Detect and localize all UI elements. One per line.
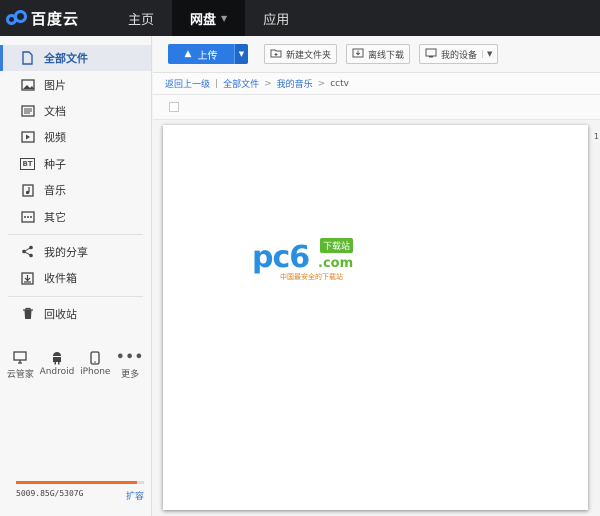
download-icon: [352, 48, 364, 61]
nav-netdisk[interactable]: 网盘 ▼: [172, 0, 246, 36]
upload-dropdown-button[interactable]: ▼: [234, 44, 248, 64]
sidebar-item-trash[interactable]: 回收站: [0, 301, 151, 327]
upload-button-group: ▲ 上传 ▼: [168, 44, 248, 64]
quota-progress-fill: [16, 481, 137, 484]
sidebar-item-label: 音乐: [44, 184, 66, 198]
android-icon: [51, 349, 63, 367]
nav-netdisk-label: 网盘: [190, 12, 217, 28]
doc-icon: [20, 104, 35, 118]
bt-icon: BT: [20, 157, 35, 170]
nav-apps-label: 应用: [263, 12, 290, 28]
my-devices-button[interactable]: 我的设备 ▼: [419, 44, 499, 64]
upload-label: 上传: [197, 50, 218, 62]
pc6-watermark: pc6 下载站 .com 中国最安全的下载站: [252, 238, 372, 284]
quota-text: 5009.85G/5307G: [16, 489, 84, 498]
sidebar-item-label: 文档: [44, 104, 66, 118]
device-label: 云管家: [6, 369, 34, 380]
watermark-tag: 下载站: [320, 238, 354, 253]
storage-quota: 5009.85G/5307G 扩容: [16, 481, 144, 502]
offline-download-button[interactable]: 离线下载: [346, 44, 411, 64]
sidebar-item-docs[interactable]: 文档: [0, 98, 151, 124]
sidebar-item-label: 我的分享: [44, 245, 88, 259]
sidebar-item-inbox[interactable]: 收件箱: [0, 265, 151, 291]
inbox-icon: [20, 271, 35, 285]
image-icon: [20, 78, 35, 92]
sidebar-item-images[interactable]: 图片: [0, 71, 151, 97]
device-desktop[interactable]: 云管家: [7, 349, 34, 380]
breadcrumb-separator: |: [215, 78, 219, 89]
sidebar-item-label: 种子: [44, 157, 66, 171]
sidebar-item-other[interactable]: 其它: [0, 203, 151, 229]
sidebar-item-label: 视频: [44, 131, 66, 145]
sidebar-item-all-files[interactable]: 全部文件: [0, 45, 151, 72]
top-bar: 百度云 主页 网盘 ▼ 应用: [0, 0, 600, 36]
logo[interactable]: 百度云: [0, 0, 110, 36]
breadcrumb: 返回上一级 | 全部文件 > 我的音乐 > cctv: [153, 72, 600, 94]
offline-download-label: 离线下载: [368, 50, 405, 61]
divider: [8, 233, 143, 235]
sidebar-item-label: 图片: [44, 78, 66, 92]
device-more[interactable]: ••• 更多: [116, 349, 144, 380]
more-icon: [20, 210, 35, 224]
device-label: Android: [39, 366, 75, 377]
logo-text: 百度云: [31, 9, 80, 28]
divider: [8, 295, 143, 297]
more-dots-icon: •••: [116, 350, 145, 366]
device-android[interactable]: Android: [39, 349, 75, 380]
device-label: iPhone: [80, 366, 111, 377]
new-folder-button[interactable]: 新建文件夹: [264, 44, 338, 64]
nav-home[interactable]: 主页: [110, 0, 172, 36]
device-label: 更多: [121, 369, 140, 380]
toolbar: ▲ 上传 ▼ 新建文件夹 离线下载 我的设备 ▼: [153, 36, 600, 72]
upload-button[interactable]: ▲ 上传: [168, 44, 234, 64]
music-icon: [20, 183, 35, 197]
sidebar-item-label: 全部文件: [44, 52, 88, 66]
trash-icon: [20, 307, 35, 321]
phone-icon: [90, 349, 100, 367]
breadcrumb-all-files[interactable]: 全部文件: [223, 77, 259, 90]
device-iphone[interactable]: iPhone: [80, 349, 110, 380]
chevron-down-icon: ▼: [221, 13, 228, 23]
watermark-domain: .com: [318, 256, 354, 271]
sidebar-item-videos[interactable]: 视频: [0, 124, 151, 150]
select-all-checkbox[interactable]: [169, 102, 179, 112]
breadcrumb-separator: >: [264, 78, 272, 89]
watermark-brand: pc6: [252, 240, 310, 275]
sidebar-item-label: 收件箱: [44, 272, 77, 286]
quota-progress-bar: [16, 481, 144, 484]
expand-storage-link[interactable]: 扩容: [126, 489, 144, 502]
new-folder-label: 新建文件夹: [286, 50, 332, 61]
share-icon: [20, 245, 35, 259]
preview-panel: pc6 下载站 .com 中国最安全的下载站: [163, 125, 588, 510]
sidebar: 全部文件 图片 文档 视频 BT 种子 音乐 其它 我的分享 收件箱 回收站 云…: [0, 36, 152, 516]
device-list: 云管家 Android iPhone ••• 更多: [0, 349, 151, 380]
chevron-down-icon[interactable]: ▼: [482, 50, 492, 58]
monitor-icon: [13, 349, 27, 367]
main-content: ▲ 上传 ▼ 新建文件夹 离线下载 我的设备 ▼ 返回上一级 | 全部文件 > …: [153, 36, 600, 516]
my-devices-label: 我的设备: [441, 50, 478, 61]
nav-apps[interactable]: 应用: [245, 0, 307, 36]
chevron-down-icon: ▼: [238, 50, 245, 58]
nav-home-label: 主页: [128, 12, 155, 28]
sidebar-item-music[interactable]: 音乐: [0, 177, 151, 203]
back-link[interactable]: 返回上一级: [165, 77, 210, 90]
cloud-logo-icon: [6, 10, 28, 26]
sidebar-item-label: 回收站: [44, 307, 77, 321]
breadcrumb-separator: >: [317, 78, 326, 89]
breadcrumb-current: cctv: [330, 78, 349, 89]
scroll-marker: 1: [593, 132, 599, 141]
video-icon: [20, 130, 35, 144]
sidebar-item-torrents[interactable]: BT 种子: [0, 151, 151, 177]
upload-icon: ▲: [184, 49, 192, 59]
sidebar-item-my-share[interactable]: 我的分享: [0, 239, 151, 265]
folder-plus-icon: [270, 48, 282, 61]
sidebar-item-label: 其它: [44, 210, 66, 224]
watermark-slogan: 中国最安全的下载站: [280, 273, 343, 281]
breadcrumb-my-music[interactable]: 我的音乐: [277, 77, 313, 90]
device-icon: [425, 48, 437, 61]
document-icon: [20, 51, 35, 65]
file-list-header: [153, 94, 600, 120]
